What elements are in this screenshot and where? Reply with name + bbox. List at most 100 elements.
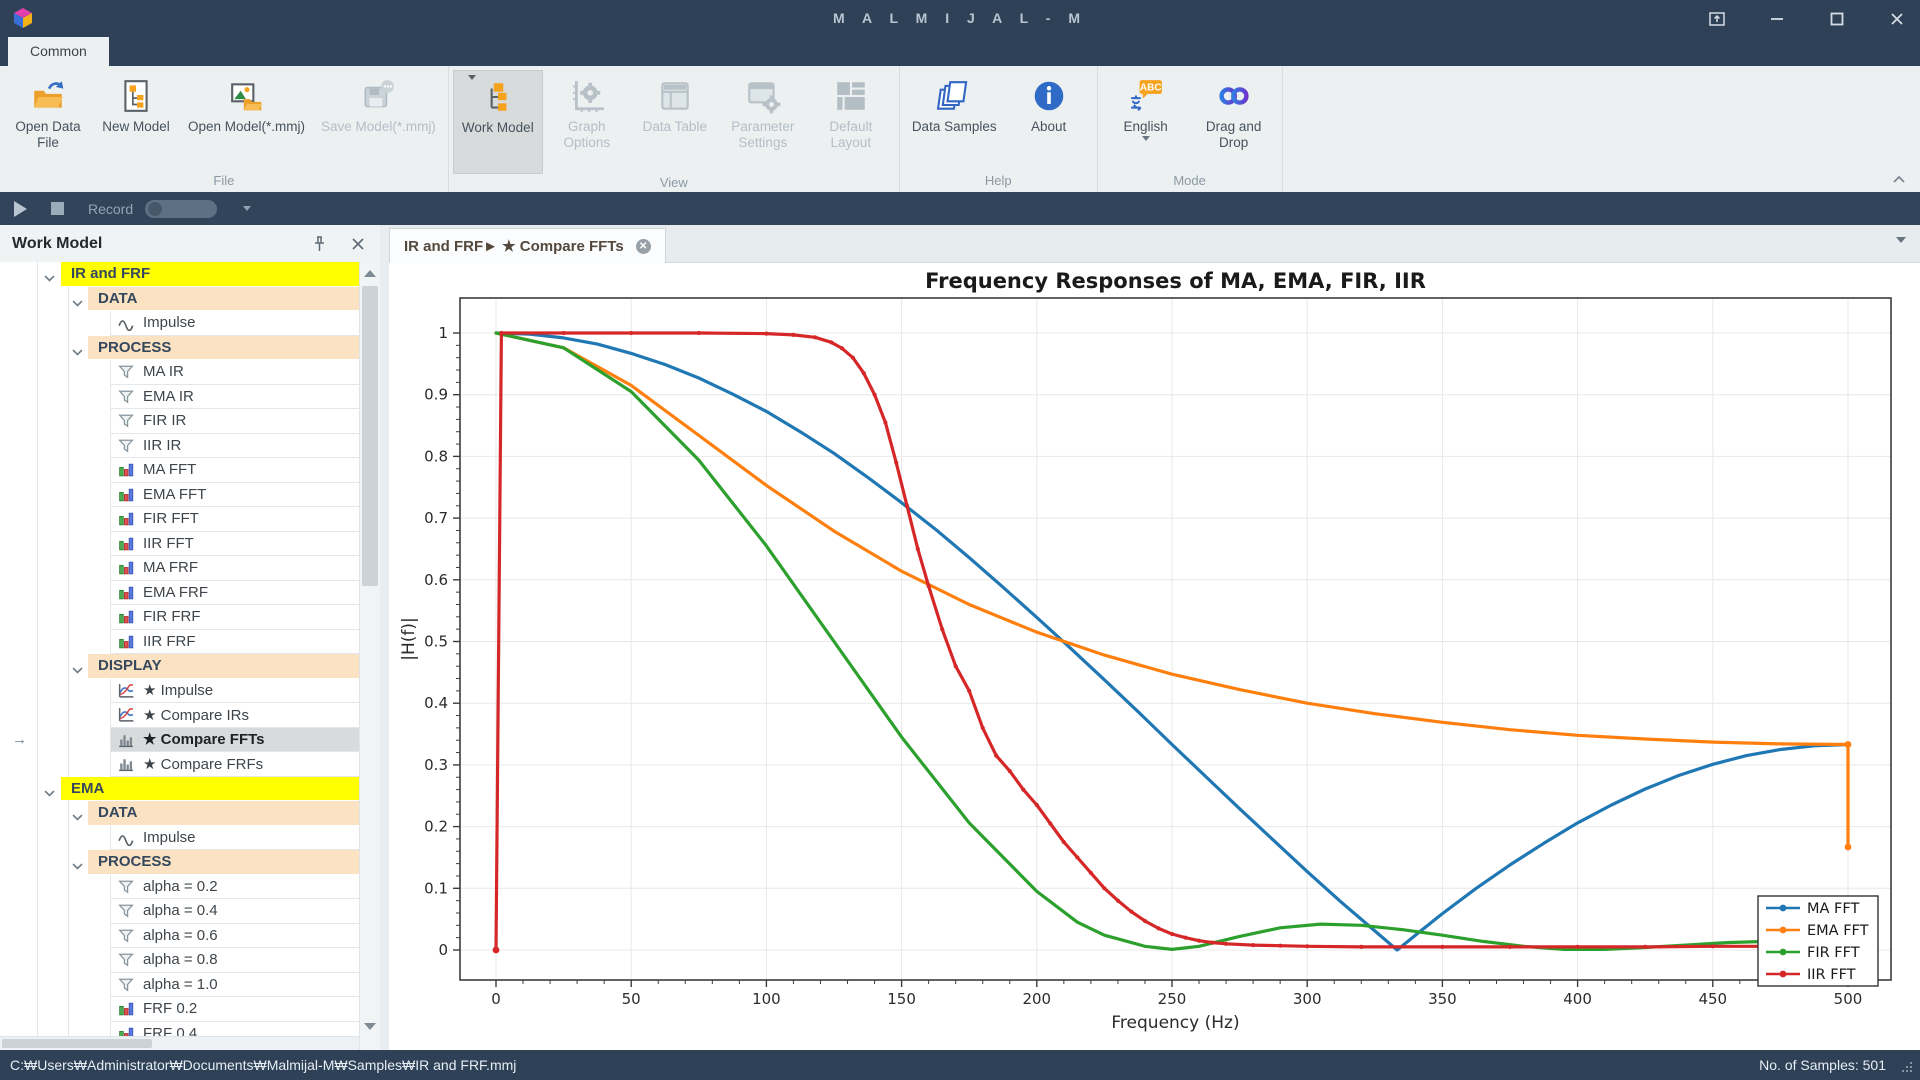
expand-chevron-icon[interactable] [72, 344, 83, 352]
svg-text:0.8: 0.8 [424, 447, 448, 465]
scroll-up-icon[interactable] [364, 270, 376, 277]
expand-chevron-icon[interactable] [44, 785, 55, 793]
tree-item-ma-frf[interactable]: MA FRF [0, 556, 359, 581]
record-toggle-knob[interactable] [148, 202, 162, 216]
popup-window-icon[interactable] [1704, 6, 1730, 32]
svg-text:0.1: 0.1 [424, 879, 448, 897]
tree-item-label: alpha = 0.8 [143, 951, 218, 968]
record-dropdown-icon[interactable] [243, 206, 251, 211]
tree-item-impulse[interactable]: Impulse [0, 311, 359, 336]
tree-item-alpha-0-2[interactable]: alpha = 0.2 [0, 875, 359, 900]
tree-item-label: alpha = 0.4 [143, 902, 218, 919]
default-layout-label: Default Layout [829, 119, 872, 151]
tree-item-ema-fft[interactable]: EMA FFT [0, 483, 359, 508]
new-model-button[interactable]: New Model [92, 70, 180, 172]
expand-chevron-icon[interactable] [44, 270, 55, 278]
open-model-mmj-label: Open Model(*.mmj) [188, 119, 305, 135]
tree-item-label: ★ Compare IRs [143, 706, 249, 724]
tree-item-display[interactable]: DISPLAY [0, 654, 359, 679]
tree-item-data[interactable]: DATA [0, 801, 359, 826]
expand-chevron-icon[interactable] [72, 295, 83, 303]
panel-close-icon[interactable] [352, 238, 364, 250]
open-data-file-button[interactable]: Open Data File [4, 70, 92, 172]
tree-item-fir-frf[interactable]: FIR FRF [0, 605, 359, 630]
section-label: DATA [88, 801, 359, 825]
tree-vertical-scrollbar[interactable] [359, 262, 381, 1050]
tree-item-impulse[interactable]: Impulse [0, 826, 359, 851]
funnel-icon [117, 902, 135, 919]
tree-item-ma-ir[interactable]: MA IR [0, 360, 359, 385]
minimize-button[interactable] [1764, 6, 1790, 32]
svg-text:IIR FFT: IIR FFT [1807, 967, 1856, 983]
drag-and-drop-button[interactable]: Drag and Drop [1190, 70, 1278, 172]
svg-text:250: 250 [1158, 990, 1187, 1008]
tree-item-alpha-0-6[interactable]: alpha = 0.6 [0, 924, 359, 949]
tree-item-iir-ir[interactable]: IIR IR [0, 434, 359, 459]
tree-item-alpha-0-4[interactable]: alpha = 0.4 [0, 899, 359, 924]
stop-icon[interactable] [51, 202, 64, 215]
pin-icon[interactable] [313, 236, 326, 252]
fft-chart: 05010015020025030035040045050000.10.20.3… [380, 262, 1920, 1050]
tab-common[interactable]: Common [8, 37, 109, 66]
svg-text:200: 200 [1022, 990, 1051, 1008]
open-model-icon [229, 78, 265, 114]
document-tab-label: IR and FRF► ★ Compare FFTs [404, 237, 624, 255]
tree-item-fir-ir[interactable]: FIR IR [0, 409, 359, 434]
tree-item-ema-ir[interactable]: EMA IR [0, 385, 359, 410]
document-tab-strip: IR and FRF► ★ Compare FFTs ✕ [389, 225, 1920, 263]
graph-options-label: Graph Options [564, 119, 611, 151]
linechart-icon [117, 682, 135, 699]
section-label: DISPLAY [88, 654, 359, 678]
work-model-button[interactable]: Work Model [453, 70, 543, 174]
tree-item-alpha-1-0[interactable]: alpha = 1.0 [0, 973, 359, 998]
tree-item-data[interactable]: DATA [0, 287, 359, 312]
default-layout-icon [833, 78, 869, 114]
tab-compare-ffts[interactable]: IR and FRF► ★ Compare FFTs ✕ [389, 228, 666, 263]
work-model-tree: IR and FRFDATAImpulsePROCESSMA IREMA IRF… [0, 262, 380, 1050]
english-button[interactable]: ABCEnglish [1102, 70, 1190, 172]
tree-item-ema-frf[interactable]: EMA FRF [0, 581, 359, 606]
resize-grip[interactable] [1902, 1062, 1912, 1072]
data-samples-button[interactable]: Data Samples [904, 70, 1005, 172]
tree-item-iir-fft[interactable]: IIR FFT [0, 532, 359, 557]
svg-text:1: 1 [438, 324, 448, 342]
hscrollbar-thumb[interactable] [2, 1039, 152, 1048]
tree-item-impulse[interactable]: ★ Impulse [0, 679, 359, 704]
data-table-button: Data Table [631, 70, 719, 172]
tree-item-process[interactable]: PROCESS [0, 336, 359, 361]
tree-item-compare-irs[interactable]: ★ Compare IRs [0, 703, 359, 728]
work-model-icon [480, 79, 516, 115]
expand-chevron-icon[interactable] [72, 809, 83, 817]
tree-item-frf-0-2[interactable]: FRF 0.2 [0, 997, 359, 1022]
scroll-down-icon[interactable] [364, 1023, 376, 1030]
play-icon[interactable] [14, 201, 27, 217]
tree-item-iir-frf[interactable]: IIR FRF [0, 630, 359, 655]
tree-horizontal-scrollbar[interactable] [0, 1036, 359, 1050]
maximize-button[interactable] [1824, 6, 1850, 32]
close-button[interactable] [1884, 6, 1910, 32]
tree-item-label: FIR FRF [143, 608, 201, 625]
open-model-mmj-button[interactable]: Open Model(*.mmj) [180, 70, 313, 172]
about-button[interactable]: About [1005, 70, 1093, 172]
tree-item-fir-fft[interactable]: FIR FFT [0, 507, 359, 532]
histogram-icon [117, 755, 135, 772]
tree-item-process[interactable]: PROCESS [0, 850, 359, 875]
about-label: About [1031, 119, 1066, 135]
svg-text:0: 0 [491, 990, 501, 1008]
language-dropdown-icon[interactable] [1142, 136, 1150, 141]
tree-item-alpha-0-8[interactable]: alpha = 0.8 [0, 948, 359, 973]
tree-item-compare-ffts[interactable]: →★ Compare FFTs [0, 728, 359, 753]
record-toggle[interactable] [145, 200, 217, 218]
tab-list-dropdown-icon[interactable] [1896, 237, 1906, 243]
tab-close-icon[interactable]: ✕ [636, 239, 651, 254]
tree-item-compare-frfs[interactable]: ★ Compare FRFs [0, 752, 359, 777]
tree-item-ir-and-frf[interactable]: IR and FRF [0, 262, 359, 287]
expand-chevron-icon[interactable] [72, 858, 83, 866]
ribbon-collapse-icon[interactable] [1892, 175, 1906, 184]
tree-item-ema[interactable]: EMA [0, 777, 359, 802]
tree-item-ma-fft[interactable]: MA FFT [0, 458, 359, 483]
expand-chevron-icon[interactable] [72, 662, 83, 670]
chart-legend: MA FFTEMA FFTFIR FFTIIR FFT [1758, 896, 1878, 986]
record-toolbar: Record [0, 192, 1920, 225]
scrollbar-thumb[interactable] [362, 286, 378, 586]
